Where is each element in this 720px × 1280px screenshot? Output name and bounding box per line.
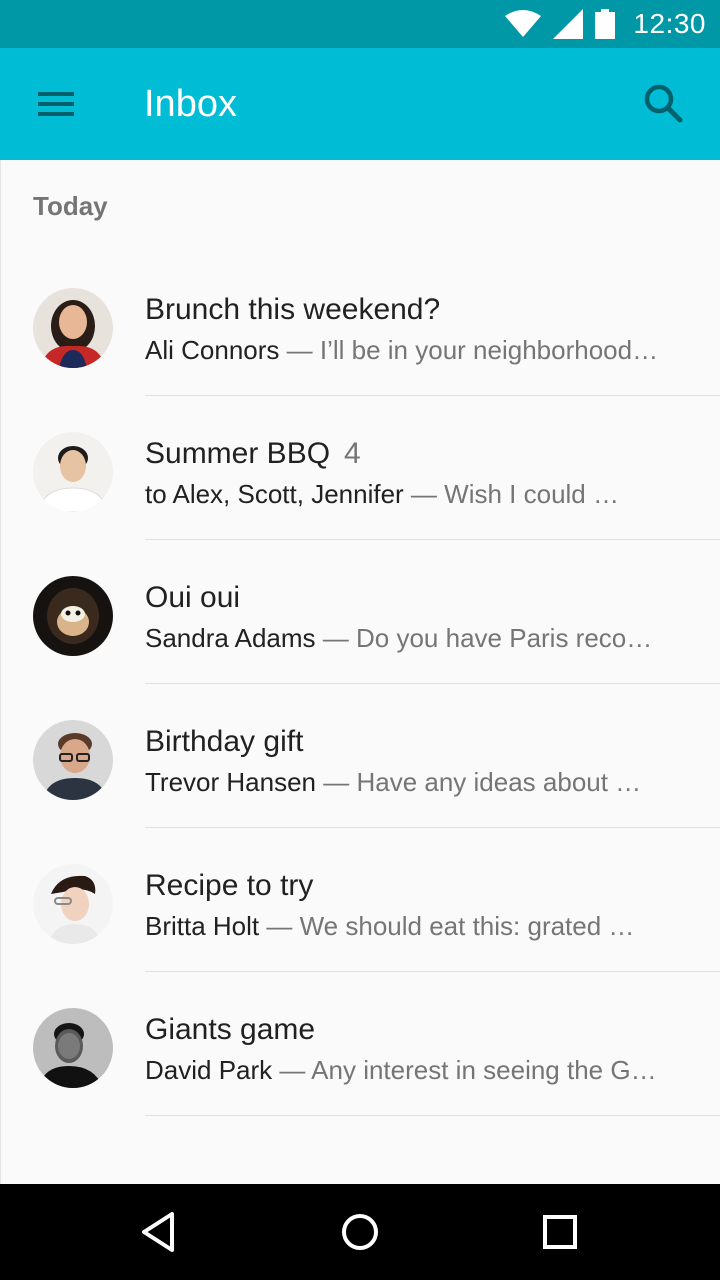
message-sender: Trevor Hansen: [145, 767, 316, 797]
message-subject-row: Summer BBQ 4: [145, 434, 691, 474]
message-subject-row: Oui oui: [145, 578, 691, 618]
separator: —: [279, 335, 320, 365]
message-subject-row: Birthday gift: [145, 722, 691, 762]
message-subject-row: Giants game: [145, 1010, 691, 1050]
list-item[interactable]: Recipe to try Britta Holt — We should ea…: [1, 828, 720, 972]
section-header: Today: [33, 191, 108, 221]
message-subject-row: Recipe to try: [145, 866, 691, 906]
list-item[interactable]: Birthday gift Trevor Hansen — Have any i…: [1, 684, 720, 828]
inbox-content: Today Brunch this weekend? Ali Connors —…: [0, 160, 720, 1184]
status-bar: 12:30: [0, 0, 720, 48]
list-item[interactable]: Summer BBQ 4 to Alex, Scott, Jennifer — W…: [1, 396, 720, 540]
page-title: Inbox: [144, 83, 237, 125]
message-sender: Sandra Adams: [145, 623, 316, 653]
separator: —: [316, 767, 357, 797]
message-sender: to Alex, Scott, Jennifer: [145, 479, 404, 509]
avatar: [33, 1008, 113, 1088]
message-preview-row: Sandra Adams — Do you have Paris reco…: [145, 620, 693, 656]
menu-icon[interactable]: [36, 88, 76, 120]
navigation-bar: [0, 1184, 720, 1280]
app-bar: Inbox: [0, 48, 720, 160]
status-time: 12:30: [633, 8, 706, 39]
message-preview: Have any ideas about …: [356, 767, 642, 797]
message-subject: Birthday gift: [145, 725, 304, 758]
message-count-badge: 4: [344, 437, 361, 470]
message-subject-row: Brunch this weekend?: [145, 290, 691, 330]
message-preview: Any interest in seeing the G…: [311, 1055, 657, 1085]
message-subject: Oui oui: [145, 581, 241, 614]
message-subject: Giants game: [145, 1013, 316, 1046]
message-preview-row: Ali Connors — I’ll be in your neighborho…: [145, 332, 693, 368]
signal-icon: [553, 9, 584, 39]
message-preview-row: David Park — Any interest in seeing the …: [145, 1052, 693, 1088]
message-list: Brunch this weekend? Ali Connors — I’ll …: [1, 252, 720, 1100]
message-sender: Britta Holt: [145, 911, 260, 941]
divider: [145, 1115, 720, 1116]
home-icon[interactable]: [336, 1208, 384, 1256]
message-subject: Summer BBQ: [145, 437, 331, 470]
message-subject: Recipe to try: [145, 869, 314, 902]
list-item[interactable]: Giants game David Park — Any interest in…: [1, 972, 720, 1100]
list-item[interactable]: Brunch this weekend? Ali Connors — I’ll …: [1, 252, 720, 396]
avatar: [33, 720, 113, 800]
avatar: [33, 288, 113, 368]
message-subject: Brunch this weekend?: [145, 293, 441, 326]
status-icons: 12:30: [505, 0, 706, 48]
avatar: [33, 576, 113, 656]
separator: —: [272, 1055, 312, 1085]
message-sender: Ali Connors: [145, 335, 280, 365]
separator: —: [315, 623, 357, 653]
wifi-icon: [505, 10, 542, 37]
search-icon[interactable]: [640, 80, 688, 128]
battery-icon: [595, 9, 616, 39]
separator: —: [259, 911, 300, 941]
list-item[interactable]: Oui oui Sandra Adams — Do you have Paris…: [1, 540, 720, 684]
back-icon[interactable]: [136, 1208, 184, 1256]
message-preview: We should eat this: grated …: [299, 911, 635, 941]
message-sender: David Park: [145, 1055, 273, 1085]
recents-icon[interactable]: [536, 1208, 584, 1256]
message-preview: Wish I could …: [444, 479, 619, 509]
avatar: [33, 864, 113, 944]
separator: —: [403, 479, 445, 509]
message-preview: I’ll be in your neighborhood…: [319, 335, 659, 365]
avatar: [33, 432, 113, 512]
message-preview-row: Trevor Hansen — Have any ideas about …: [145, 764, 693, 800]
message-preview: Do you have Paris reco…: [356, 623, 653, 653]
message-preview-row: Britta Holt — We should eat this: grated…: [145, 908, 693, 944]
message-preview-row: to Alex, Scott, Jennifer — Wish I could …: [145, 476, 693, 512]
